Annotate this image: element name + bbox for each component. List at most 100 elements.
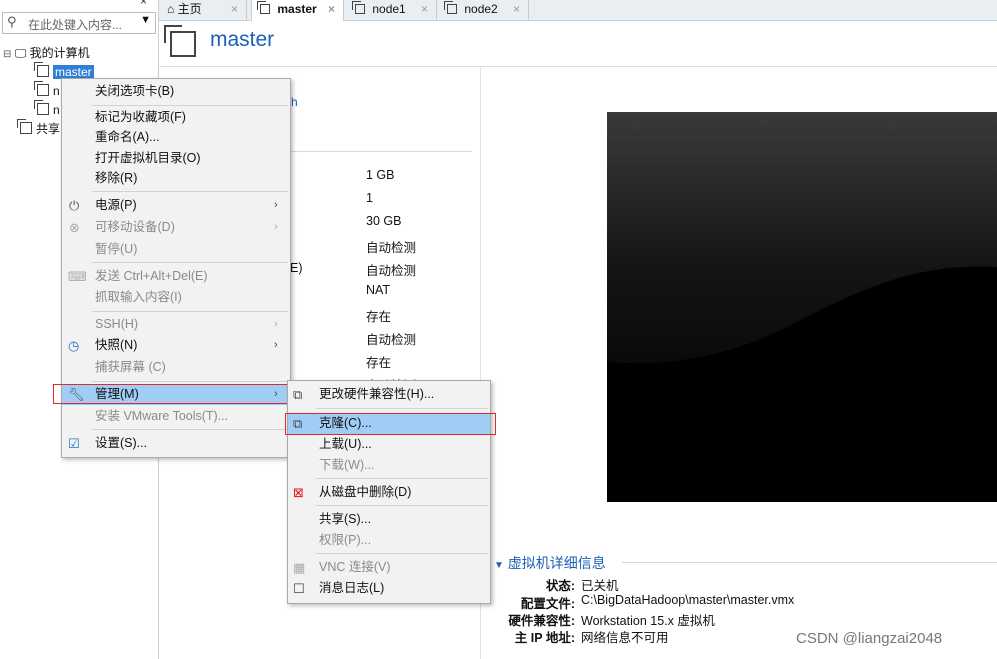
menu-item-open-vm-dir[interactable]: 打开虚拟机目录(O) bbox=[62, 148, 290, 169]
keyboard-icon: ⌨ bbox=[68, 269, 87, 284]
vm-console-preview[interactable] bbox=[607, 112, 997, 502]
hw-memory-value: 1 GB bbox=[366, 168, 395, 182]
close-icon[interactable]: × bbox=[421, 0, 428, 18]
menu-item-capture-screen: 捕获屏幕 (C) bbox=[95, 360, 166, 374]
vm-icon bbox=[34, 100, 49, 115]
vm-title: master bbox=[210, 28, 275, 51]
details-heading[interactable]: ▼ 虚拟机详细信息 bbox=[494, 553, 606, 573]
annotation-box-manage bbox=[53, 384, 301, 404]
collapse-triangle-icon[interactable]: ▼ bbox=[494, 560, 504, 571]
menu-separator bbox=[92, 191, 288, 192]
detail-label: 主 IP 地址: bbox=[514, 631, 575, 645]
menu-item-remove[interactable]: 移除(R) bbox=[62, 168, 290, 189]
tree-root-my-computer[interactable]: ⊟ 🖵 我的计算机 bbox=[3, 44, 90, 62]
detail-value: 已关机 bbox=[581, 579, 619, 593]
vm-icon bbox=[34, 81, 49, 96]
menu-item-install-vmware-tools: 安装 VMware Tools(T)... bbox=[95, 409, 229, 423]
tab-node1[interactable]: node1 × bbox=[347, 0, 437, 20]
search-icon: ⚲ bbox=[7, 14, 17, 29]
submenu-item-download: 下载(W)... bbox=[319, 458, 375, 472]
hw-disk-value: 30 GB bbox=[366, 214, 402, 228]
tab-master[interactable]: master × bbox=[251, 0, 344, 21]
close-icon[interactable]: × bbox=[140, 0, 147, 8]
menu-separator bbox=[316, 553, 488, 554]
tree-item-node2[interactable]: n bbox=[34, 100, 60, 119]
hardware-compat-icon: ⧉ bbox=[293, 387, 303, 402]
submenu-item-change-hw-compat[interactable]: ⧉ 更改硬件兼容性(H)... bbox=[288, 384, 490, 405]
chevron-right-icon: › bbox=[274, 199, 278, 211]
menu-separator bbox=[92, 105, 288, 106]
chevron-down-icon[interactable]: ▼ bbox=[140, 14, 151, 26]
tab-label: node1 bbox=[372, 2, 406, 16]
vm-icon bbox=[34, 62, 49, 77]
shared-vm-icon bbox=[17, 119, 32, 134]
menu-item-close-tab[interactable]: 关闭选项卡(B) bbox=[62, 81, 290, 102]
submenu-item-permissions: 权限(P)... bbox=[319, 533, 372, 547]
hw-cd-value: 自动检测 bbox=[366, 241, 417, 255]
divider bbox=[159, 66, 997, 67]
vm-large-icon bbox=[164, 25, 196, 57]
detail-label: 状态: bbox=[545, 579, 575, 593]
home-icon: ⌂ bbox=[167, 2, 175, 16]
hw-sound-value: 自动检测 bbox=[366, 333, 417, 347]
collapse-icon[interactable]: ⊟ bbox=[3, 49, 11, 60]
removable-device-icon: ⊗ bbox=[69, 220, 80, 235]
tab-label: master bbox=[277, 2, 317, 16]
tab-home[interactable]: ⌂ 主页 × bbox=[159, 0, 247, 20]
menu-item-send-ctrl-alt-del: ⌨ 发送 Ctrl+Alt+Del(E) bbox=[62, 266, 290, 287]
submenu-item-share[interactable]: 共享(S)... bbox=[288, 509, 490, 530]
tab-label: 主页 bbox=[177, 2, 202, 16]
menu-separator bbox=[92, 381, 288, 382]
chevron-right-icon: › bbox=[274, 221, 278, 233]
menu-separator bbox=[316, 505, 488, 506]
hw-usb-value: 存在 bbox=[366, 310, 392, 324]
hw-processors-value: 1 bbox=[366, 191, 373, 205]
power-icon: ⏻ bbox=[69, 198, 80, 213]
vm-icon bbox=[444, 1, 457, 14]
search-input[interactable]: 在此处键入内容... bbox=[28, 16, 122, 33]
tab-node2[interactable]: node2 × bbox=[439, 0, 529, 20]
tree-item-label: master bbox=[53, 65, 94, 79]
divider bbox=[622, 562, 997, 563]
partial-link[interactable]: h bbox=[291, 95, 298, 109]
hw-network-value: NAT bbox=[366, 283, 391, 297]
menu-item-settings[interactable]: ☑ 设置(S)... bbox=[62, 433, 290, 454]
menu-item-rename[interactable]: 重命名(A)... bbox=[62, 127, 290, 148]
snapshot-icon: ◷ bbox=[68, 338, 80, 353]
close-icon[interactable]: × bbox=[513, 0, 520, 18]
menu-item-snapshot[interactable]: ◷ 快照(N) › bbox=[62, 335, 290, 356]
watermark: CSDN @liangzai2048 bbox=[796, 630, 943, 647]
close-icon[interactable]: × bbox=[231, 0, 238, 18]
settings-icon: ☑ bbox=[68, 436, 80, 451]
library-search-box[interactable]: ⚲ 在此处键入内容... ▼ bbox=[2, 12, 156, 34]
hw-printer-value: 存在 bbox=[366, 356, 392, 370]
menu-item-pause: 暂停(U) bbox=[95, 242, 138, 256]
menu-item-favorite[interactable]: 标记为收藏项(F) bbox=[62, 107, 290, 128]
detail-value: 网络信息不可用 bbox=[581, 631, 669, 645]
tree-item-label: 共享 bbox=[36, 122, 61, 136]
close-icon[interactable]: × bbox=[328, 0, 335, 18]
console-gloss bbox=[607, 112, 997, 502]
chevron-right-icon: › bbox=[274, 318, 278, 330]
vnc-icon: ▦ bbox=[293, 560, 306, 575]
submenu-item-delete-from-disk[interactable]: ⊠ 从磁盘中删除(D) bbox=[288, 482, 490, 503]
submenu-item-upload[interactable]: 上载(U)... bbox=[288, 434, 490, 455]
delete-disk-icon: ⊠ bbox=[293, 485, 304, 500]
annotation-box-clone bbox=[285, 413, 496, 435]
tab-label: node2 bbox=[464, 2, 498, 16]
menu-separator bbox=[316, 408, 488, 409]
detail-value: C:\BigDataHadoop\master\master.vmx bbox=[581, 593, 795, 607]
tree-item-label: n bbox=[53, 84, 60, 98]
vm-icon bbox=[352, 1, 365, 14]
section-divider bbox=[290, 151, 472, 152]
submenu-item-message-log[interactable]: ☐ 消息日志(L) bbox=[288, 578, 490, 599]
log-icon: ☐ bbox=[293, 581, 305, 596]
chevron-right-icon: › bbox=[274, 339, 278, 351]
tree-item-shared[interactable]: 共享 bbox=[17, 119, 61, 138]
menu-item-power[interactable]: ⏻ 电源(P) › bbox=[62, 195, 290, 216]
tree-item-node1[interactable]: n bbox=[34, 81, 60, 100]
tree-item-label: n bbox=[53, 103, 60, 117]
vm-icon bbox=[257, 1, 270, 14]
menu-item-grab-input: 抓取输入内容(I) bbox=[95, 290, 182, 304]
menu-separator bbox=[92, 429, 288, 430]
